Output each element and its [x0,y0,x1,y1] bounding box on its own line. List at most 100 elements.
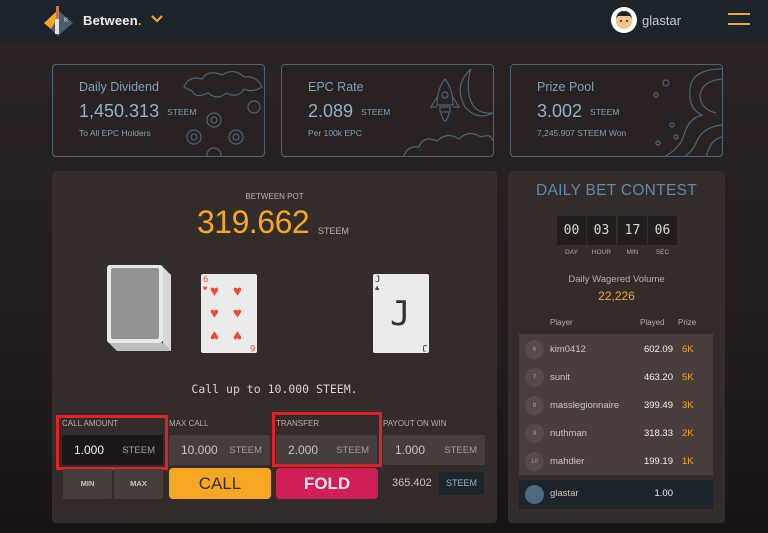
player-name: kim0412 [550,344,586,355]
played-amount: 199.19 [643,456,673,467]
timer-min-label: MIN [626,249,639,256]
hamburger-menu-icon[interactable] [728,12,752,28]
timer-min: 17 [618,216,647,245]
between-logo-icon[interactable]: K [42,6,80,38]
leaderboard-row: 10 mahdier 199.19 1K [519,448,713,476]
played-amount: 318.33 [643,428,673,439]
pot-value: 319.662 [197,204,310,240]
heart-pip-icon: ♥ [210,305,219,322]
top-bar: K Between. glastar [0,0,768,43]
stat-value-number: 1,450.313 [79,101,160,121]
stat-unit: STEEM [167,107,197,118]
heart-suit-icon: ♥ [203,285,208,293]
avatar-face-icon [616,11,632,29]
user-avatar[interactable] [611,7,637,33]
stat-value: 1,450.313 STEEM [79,101,196,122]
chevron-down-icon[interactable] [150,12,164,26]
timer-day-label: DAY [565,249,578,256]
current-user-name: glastar [550,488,579,499]
timer-sec-label: SEC [655,249,670,256]
brand-text: Between [83,13,138,28]
player-name: masslegionnaire [550,400,620,411]
min-button[interactable]: MIN [63,469,112,499]
leaderboard-row: 8 masslegionnaire 399.49 3K [519,392,713,420]
stat-value: 3.002 STEEM [537,101,619,122]
pot-unit: STEEM [318,226,350,236]
game-panel: BETWEEN POT 319.662 STEEM 6 ♥ ♥ ♥ ♥ ♥ ♥ … [52,171,497,523]
max-call-unit: STEEM [229,444,262,456]
balance-amount: 365.402 [392,477,432,489]
played-amount: 602.09 [643,344,673,355]
rank-badge: 8 [525,396,544,415]
playing-card-jack-clubs: J ♣ J J [373,274,429,353]
player-name: sunit [550,372,571,383]
leaderboard: 6 kim0412 602.09 6K 7 sunit 463.20 5K 8 … [519,334,713,475]
card-rank: J [421,342,427,352]
balance-unit-badge: STEEM [439,472,484,495]
column-header-player: Player [550,318,573,327]
max-call-label: MAX CALL [169,419,209,428]
card-deck-icon [107,265,171,351]
call-message: Call up to 10.000 STEEM. [191,382,358,396]
payout-value: 1.000 [395,443,426,457]
prize-amount: 1K [682,456,694,467]
fold-button[interactable]: FOLD [276,468,378,499]
playing-card-six-hearts: 6 ♥ ♥ ♥ ♥ ♥ ♥ ♥ 6 [201,274,257,353]
payout-unit: STEEM [444,444,477,456]
heart-pip-icon: ♥ [210,283,219,300]
heart-pip-icon: ♥ [210,327,219,344]
stat-card-epc-rate: EPC Rate 2.089 STEEM Per 100k EPC [281,64,494,157]
volume-value: 22,226 [598,289,635,303]
timer-hour: 03 [587,216,616,245]
current-user-played: 1.00 [654,488,674,499]
max-button[interactable]: MAX [114,469,163,499]
player-name: nuthman [550,428,587,439]
column-header-played: Played [640,318,665,327]
max-call-field: 10.000 STEEM [169,435,270,465]
column-header-prize: Prize [678,318,697,327]
stat-subtitle: Per 100k EPC [308,128,362,138]
brand-dot: . [137,13,142,28]
player-name: mahdier [550,456,585,467]
stat-card-daily-dividend: Daily Dividend 1,450.313 STEEM To All EPC… [52,64,265,157]
stat-card-prize-pool: Prize Pool 3.002 STEEM 7,245.907 STEEM Wo… [510,64,723,157]
max-call-value: 10.000 [181,443,218,457]
card-face-letter: J [390,294,411,334]
timer-hour-label: HOUR [591,249,612,256]
payout-field: 1.000 STEEM [383,435,485,465]
stat-value-number: 2.089 [308,101,354,121]
stat-title: Daily Dividend [79,80,159,94]
prize-amount: 5K [682,372,694,383]
username[interactable]: glastar [642,13,681,28]
leaderboard-row: 7 sunit 463.20 5K [519,364,713,392]
rank-badge: 10 [525,452,544,471]
payout-label: PAYOUT ON WIN [383,419,447,428]
wave-decoration-icon [653,68,722,156]
rank-badge: 6 [525,340,544,359]
prize-amount: 6K [682,344,694,355]
rank-badge: 7 [525,368,544,387]
call-button[interactable]: CALL [169,468,271,499]
played-amount: 399.49 [643,400,673,411]
stat-subtitle: To All EPC Holders [79,128,151,138]
rocket-moon-decoration-icon [403,68,493,156]
stat-title: Prize Pool [537,80,594,94]
heart-pip-icon: ♥ [233,283,242,300]
stat-value: 2.089 STEEM [308,101,390,122]
rank-badge: 9 [525,424,544,443]
club-suit-icon: ♣ [375,285,380,293]
svg-text:K: K [64,18,68,24]
heart-pip-icon: ♥ [233,305,242,322]
prize-amount: 3K [682,400,694,411]
stat-subtitle: 7,245.907 STEEM Won [537,128,627,138]
stat-value-number: 3.002 [537,101,583,121]
highlight-transfer [272,412,382,467]
card-rank: 6 [203,275,209,285]
card-rank: 6 [249,342,255,352]
brand-name[interactable]: Between. [83,13,142,28]
highlight-call-amount [56,415,168,470]
timer-sec: 06 [648,216,677,245]
played-amount: 463.20 [643,372,673,383]
leaderboard-row: 9 nuthman 318.33 2K [519,420,713,448]
current-user-row: glastar 1.00 [519,480,713,509]
